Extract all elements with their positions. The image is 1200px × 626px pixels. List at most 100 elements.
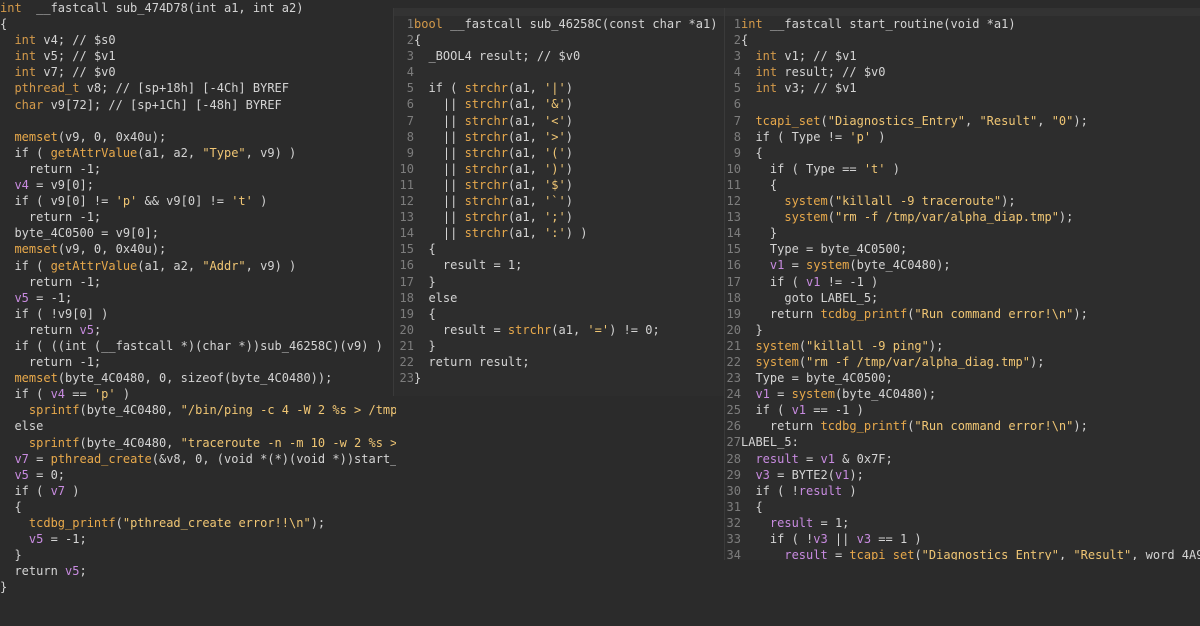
code-line[interactable]: 23 Type = byte_4C0500; [725, 370, 1200, 386]
code-line[interactable]: 16 v1 = system(byte_4C0480); [725, 257, 1200, 273]
code-line[interactable]: 28 result = v1 & 0x7F; [725, 451, 1200, 467]
code-line[interactable]: 10 if ( Type == 't' ) [725, 161, 1200, 177]
code-line[interactable]: char v9[72]; // [sp+1Ch] [-48h] BYREF [0, 97, 396, 113]
code-line[interactable]: 18 else [394, 290, 724, 306]
code-line[interactable]: } [0, 579, 396, 595]
code-line[interactable]: else [0, 418, 396, 434]
code-line[interactable]: 33 if ( !v3 || v3 == 1 ) [725, 531, 1200, 547]
code-line[interactable]: 15 Type = byte_4C0500; [725, 241, 1200, 257]
code-token: if ( [0, 145, 51, 160]
code-line[interactable]: 11 { [725, 177, 1200, 193]
code-line[interactable]: 34 result = tcapi_set("Diagnostics_Entry… [725, 547, 1200, 560]
code-line[interactable]: 6 || strchr(a1, '&') [394, 96, 724, 112]
code-line[interactable]: 6 [725, 96, 1200, 112]
code-line[interactable]: v4 = v9[0]; [0, 177, 396, 193]
code-line[interactable]: 22 system("rm -f /tmp/var/alpha_diag.tmp… [725, 354, 1200, 370]
code-line[interactable]: memset(v9, 0, 0x40u); [0, 129, 396, 145]
code-token: strchr [464, 194, 508, 209]
code-line[interactable]: 31 { [725, 499, 1200, 515]
code-pane-sub-474d78[interactable]: int __fastcall sub_474D78(int a1, int a2… [0, 0, 396, 626]
code-line[interactable]: v7 = pthread_create(&v8, 0, (void *(*)(v… [0, 451, 396, 467]
code-line[interactable]: int v5; // $v1 [0, 48, 396, 64]
code-line[interactable]: { [0, 499, 396, 515]
code-line[interactable]: 15 { [394, 241, 724, 257]
code-line[interactable]: 19 return tcdbg_printf("Run command erro… [725, 306, 1200, 322]
code-line[interactable]: if ( v9[0] != 'p' && v9[0] != 't' ) [0, 193, 396, 209]
code-line[interactable]: 21 system("killall -9 ping"); [725, 338, 1200, 354]
code-line[interactable]: int __fastcall sub_474D78(int a1, int a2… [0, 0, 396, 16]
code-line[interactable]: 12 || strchr(a1, '`') [394, 193, 724, 209]
code-line[interactable]: 2{ [725, 32, 1200, 48]
code-line[interactable]: v5 = -1; [0, 531, 396, 547]
code-line[interactable]: 25 if ( v1 == -1 ) [725, 402, 1200, 418]
code-line[interactable]: return v5; [0, 322, 396, 338]
code-line[interactable]: 11 || strchr(a1, '$') [394, 177, 724, 193]
code-line[interactable]: 26 return tcdbg_printf("Run command erro… [725, 418, 1200, 434]
code-line[interactable]: if ( !v9[0] ) [0, 306, 396, 322]
code-line[interactable]: 17 } [394, 274, 724, 290]
code-line[interactable]: 16 result = 1; [394, 257, 724, 273]
code-line[interactable]: if ( v7 ) [0, 483, 396, 499]
code-line[interactable]: if ( getAttrValue(a1, a2, "Type", v9) ) [0, 145, 396, 161]
code-line[interactable]: 20 } [725, 322, 1200, 338]
code-line[interactable]: return -1; [0, 161, 396, 177]
code-line[interactable]: tcdbg_printf("pthread_create error!!\n")… [0, 515, 396, 531]
code-line[interactable]: 20 result = strchr(a1, '=') != 0; [394, 322, 724, 338]
code-line[interactable]: if ( getAttrValue(a1, a2, "Addr", v9) ) [0, 258, 396, 274]
code-line[interactable]: 10 || strchr(a1, ')') [394, 161, 724, 177]
code-line[interactable]: return -1; [0, 354, 396, 370]
code-line[interactable]: pthread_t v8; // [sp+18h] [-4Ch] BYREF [0, 80, 396, 96]
code-line[interactable]: 4 [394, 64, 724, 80]
code-line[interactable]: 17 if ( v1 != -1 ) [725, 274, 1200, 290]
code-line[interactable]: 27LABEL_5: [725, 434, 1200, 450]
code-line[interactable]: 1int __fastcall start_routine(void *a1) [725, 16, 1200, 32]
code-line[interactable]: 8 || strchr(a1, '>') [394, 129, 724, 145]
code-line[interactable]: int v7; // $v0 [0, 64, 396, 80]
code-line[interactable]: 23} [394, 370, 724, 386]
code-line[interactable]: if ( v4 == 'p' ) [0, 386, 396, 402]
code-line[interactable]: memset(v9, 0, 0x40u); [0, 241, 396, 257]
code-line[interactable]: 8 if ( Type != 'p' ) [725, 129, 1200, 145]
code-line[interactable]: 29 v3 = BYTE2(v1); [725, 467, 1200, 483]
code-pane-sub-46258c[interactable]: 1bool __fastcall sub_46258C(const char *… [393, 8, 724, 396]
code-line[interactable]: 13 system("rm -f /tmp/var/alpha_diap.tmp… [725, 209, 1200, 225]
code-line[interactable] [0, 113, 396, 129]
code-line[interactable]: memset(byte_4C0480, 0, sizeof(byte_4C048… [0, 370, 396, 386]
code-line[interactable]: return v5; [0, 563, 396, 579]
code-line[interactable]: 18 goto LABEL_5; [725, 290, 1200, 306]
code-line[interactable]: sprintf(byte_4C0480, "traceroute -n -m 1… [0, 435, 396, 451]
code-line[interactable]: 12 system("killall -9 traceroute"); [725, 193, 1200, 209]
code-line[interactable]: } [0, 547, 396, 563]
code-line[interactable]: 4 int result; // $v0 [725, 64, 1200, 80]
code-pane-start-routine[interactable]: 1int __fastcall start_routine(void *a1) 2… [724, 8, 1200, 560]
code-line[interactable]: 19 { [394, 306, 724, 322]
code-line[interactable]: 22 return result; [394, 354, 724, 370]
code-line[interactable]: byte_4C0500 = v9[0]; [0, 225, 396, 241]
code-line[interactable]: return -1; [0, 274, 396, 290]
code-line[interactable]: 3 _BOOL4 result; // $v0 [394, 48, 724, 64]
code-line[interactable]: 21 } [394, 338, 724, 354]
code-line[interactable]: 7 || strchr(a1, '<') [394, 113, 724, 129]
code-line[interactable]: 1bool __fastcall sub_46258C(const char *… [394, 16, 724, 32]
code-line[interactable]: 7 tcapi_set("Diagnostics_Entry", "Result… [725, 113, 1200, 129]
code-line[interactable]: v5 = 0; [0, 467, 396, 483]
code-line[interactable]: 9 || strchr(a1, '(') [394, 145, 724, 161]
code-line[interactable]: 13 || strchr(a1, ';') [394, 209, 724, 225]
code-line[interactable]: 30 if ( !result ) [725, 483, 1200, 499]
code-line[interactable]: 14 || strchr(a1, ':') ) [394, 225, 724, 241]
code-line[interactable]: sprintf(byte_4C0480, "/bin/ping -c 4 -W … [0, 402, 396, 418]
code-line[interactable]: 9 { [725, 145, 1200, 161]
code-line[interactable]: 5 int v3; // $v1 [725, 80, 1200, 96]
code-line[interactable]: 5 if ( strchr(a1, '|') [394, 80, 724, 96]
code-line[interactable]: v5 = -1; [0, 290, 396, 306]
code-line[interactable]: 3 int v1; // $v1 [725, 48, 1200, 64]
code-line[interactable]: 24 v1 = system(byte_4C0480); [725, 386, 1200, 402]
code-line[interactable]: 32 result = 1; [725, 515, 1200, 531]
code-line[interactable]: 14 } [725, 225, 1200, 241]
code-line[interactable]: 2{ [394, 32, 724, 48]
code-line[interactable]: int v4; // $s0 [0, 32, 396, 48]
code-line[interactable]: return -1; [0, 209, 396, 225]
code-line[interactable]: { [0, 16, 396, 32]
code-line[interactable]: if ( ((int (__fastcall *)(char *))sub_46… [0, 338, 396, 354]
